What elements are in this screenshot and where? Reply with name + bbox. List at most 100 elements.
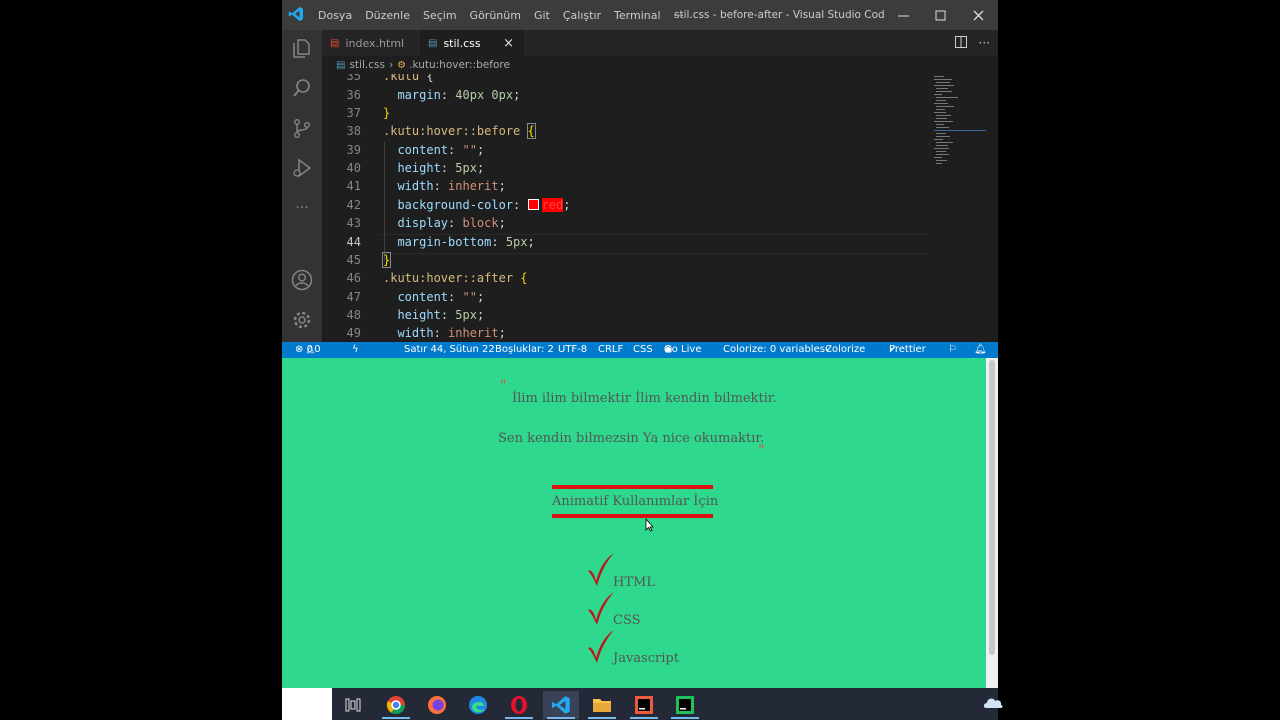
taskbar	[282, 688, 998, 720]
line-number: 43	[346, 216, 361, 230]
close-window-button[interactable]	[959, 0, 997, 30]
eol-status[interactable]: CRLF	[598, 342, 623, 358]
code-line: margin: 40px 0px;	[397, 88, 521, 102]
running-indicator	[505, 717, 533, 719]
run-debug-icon[interactable]	[290, 156, 314, 180]
line-number: 39	[346, 143, 361, 157]
checkmark-icon	[588, 553, 614, 586]
problems-indicator[interactable]: ⊗ 0 △ 0	[295, 342, 321, 358]
code-line: margin-bottom: 5px;	[397, 235, 535, 249]
edge-icon[interactable]	[460, 691, 496, 719]
minimap[interactable]	[934, 74, 986, 174]
more-actions-icon[interactable]: ···	[979, 36, 990, 50]
line-number: 42	[346, 198, 361, 212]
breadcrumb-file[interactable]: stil.css	[349, 59, 384, 71]
camtasia-icon[interactable]	[667, 691, 703, 719]
task-view-icon[interactable]	[335, 691, 371, 719]
code-line: .kutu:hover::after {	[383, 271, 528, 285]
breadcrumb-symbol[interactable]: .kutu:hover::before	[409, 59, 510, 71]
notifications-bell-icon[interactable]: 🔔︎	[974, 342, 987, 358]
page-scrollbar[interactable]	[986, 358, 998, 688]
jetbrains-icon[interactable]	[626, 691, 662, 719]
vscode-logo-icon	[288, 7, 303, 21]
menu-git[interactable]: Git	[534, 9, 550, 22]
menu-view[interactable]: Görünüm	[470, 9, 521, 22]
quote-line-2: Sen kendin bilmezsin Ya nice okumaktır.	[498, 431, 765, 446]
line-number: 35	[346, 74, 361, 83]
code-line: }	[381, 252, 392, 268]
tab-index-html[interactable]: ▤ index.html	[322, 30, 418, 56]
code-line: }	[383, 106, 391, 120]
source-control-icon[interactable]	[290, 116, 314, 140]
running-indicator	[671, 717, 699, 719]
menu-run[interactable]: Çalıştır	[563, 9, 601, 22]
status-bar: ⊗ 0 △ 0 ϟ Satır 44, Sütun 22 Boşluklar: …	[282, 342, 998, 358]
editor-scrollbar[interactable]	[988, 74, 998, 342]
minimize-button[interactable]	[884, 0, 922, 30]
menu-selection[interactable]: Seçim	[423, 9, 457, 22]
firefox-icon[interactable]	[419, 691, 455, 719]
css-file-icon: ▤	[336, 59, 346, 71]
line-number: 38	[346, 124, 361, 138]
code-line: display: block;	[397, 216, 506, 230]
line-number: 49	[346, 326, 361, 340]
editor-actions: ···	[943, 30, 990, 56]
code-line: height: 5px;	[397, 161, 485, 175]
scrollbar-thumb[interactable]	[989, 360, 995, 655]
weather-cloud-icon[interactable]	[982, 690, 1004, 718]
mouse-cursor-icon	[645, 518, 654, 532]
code-line: width: inherit;	[397, 179, 506, 193]
tab-label: stil.css	[443, 36, 481, 50]
split-editor-icon[interactable]	[954, 35, 967, 51]
colorize-variables-status[interactable]: Colorize: 0 variables	[723, 342, 825, 358]
browser-preview: " İlim ilim bilmektir İlim kendin bilmek…	[282, 358, 998, 688]
title-bar: Dosya Düzenle Seçim Görünüm Git Çalıştır…	[282, 0, 998, 30]
running-indicator	[630, 717, 658, 719]
list-item: CSS	[613, 613, 641, 628]
search-icon[interactable]	[290, 76, 314, 100]
running-indicator	[588, 717, 616, 719]
selector-icon: ⚙	[397, 59, 407, 71]
chevron-right-icon: ›	[388, 59, 394, 71]
checkmark-icon	[588, 630, 614, 663]
close-icon	[973, 10, 983, 20]
maximize-icon	[935, 10, 945, 20]
line-number: 36	[346, 88, 361, 102]
taskbar-search-area[interactable]	[282, 688, 332, 720]
html-file-icon: ▤	[330, 37, 340, 49]
menu-bar: Dosya Düzenle Seçim Görünüm Git Çalıştır…	[318, 0, 697, 30]
opera-icon[interactable]	[501, 691, 537, 719]
list-item: Javascript	[613, 651, 679, 666]
hover-line-before	[552, 485, 713, 489]
lightning-icon[interactable]: ϟ	[352, 342, 359, 358]
css-file-icon: ▤	[428, 37, 438, 49]
feedback-icon[interactable]: ⚐	[948, 342, 957, 358]
account-icon[interactable]	[290, 268, 314, 292]
menu-file[interactable]: Dosya	[318, 9, 352, 22]
encoding-status[interactable]: UTF-8	[558, 342, 587, 358]
menu-edit[interactable]: Düzenle	[365, 9, 410, 22]
code-editor[interactable]: 35 .kutu { 36 margin: 40px 0px; 37 } 38 …	[322, 74, 998, 342]
line-number: 44	[346, 235, 361, 249]
settings-gear-icon[interactable]	[290, 308, 314, 332]
tab-close-icon[interactable]: ×	[503, 36, 514, 51]
explorer-icon[interactable]	[290, 36, 314, 60]
language-status[interactable]: CSS	[633, 342, 653, 358]
animated-box-text[interactable]: Animatif Kullanımlar İçin	[552, 494, 718, 509]
tab-stil-css[interactable]: ▤ stil.css ×	[420, 30, 524, 56]
quote-close: "	[758, 443, 765, 459]
cursor-position[interactable]: Satır 44, Sütun 22	[404, 342, 495, 358]
window-title: stil.css - before-after - Visual Studio …	[674, 9, 884, 21]
line-number: 40	[346, 161, 361, 175]
code-line: content: "";	[397, 143, 485, 157]
checkmark-icon	[588, 592, 614, 625]
chrome-icon[interactable]	[378, 691, 414, 719]
menu-terminal[interactable]: Terminal	[614, 9, 661, 22]
more-views-icon[interactable]: ···	[290, 196, 314, 220]
color-swatch[interactable]	[527, 199, 539, 210]
vscode-taskbar-icon[interactable]	[543, 691, 579, 719]
vscode-window: Dosya Düzenle Seçim Görünüm Git Çalıştır…	[282, 0, 998, 720]
file-explorer-icon[interactable]	[584, 691, 620, 719]
maximize-button[interactable]	[921, 0, 959, 30]
indentation-status[interactable]: Boşluklar: 2	[495, 342, 554, 358]
